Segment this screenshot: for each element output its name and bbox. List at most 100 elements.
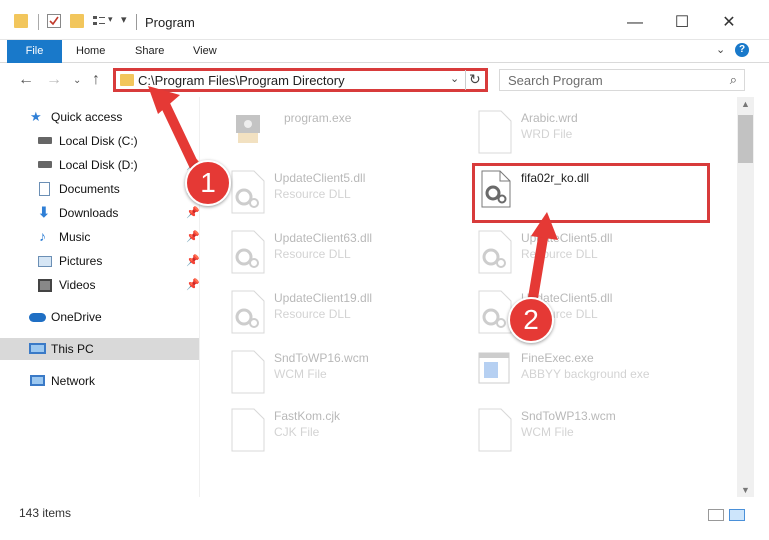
step-1-badge: 1	[185, 160, 231, 206]
file-name: UpdateClient5.dll	[274, 171, 366, 185]
file-type: CJK File	[274, 425, 320, 439]
highlight-box	[472, 163, 710, 223]
file-name: FastKom.cjk	[274, 409, 341, 423]
file-name: FineExec.exe	[521, 351, 594, 365]
sidebar-item-label: Downloads	[59, 206, 119, 220]
large-icons-view-icon[interactable]	[729, 509, 745, 521]
dll-file-icon	[475, 229, 515, 275]
file-item[interactable]: FineExec.exe ABBYY background exe	[475, 349, 715, 409]
file-name: SndToWP13.wcm	[521, 409, 616, 423]
address-dropdown-icon[interactable]: ⌄	[450, 72, 459, 85]
folder-icon	[14, 14, 28, 28]
sidebar-item-quick-access[interactable]: ★ Quick access	[0, 106, 199, 128]
sidebar-item-videos[interactable]: Videos 📌	[0, 274, 200, 296]
vertical-scrollbar[interactable]: ▲ ▼	[737, 97, 754, 497]
drive-icon	[38, 137, 52, 144]
file-name: program.exe	[284, 111, 352, 125]
maximize-button[interactable]: ☐	[667, 8, 697, 38]
search-icon[interactable]: ⌕	[730, 72, 737, 88]
file-type: WRD File	[521, 127, 573, 141]
drive-icon	[38, 161, 52, 168]
sidebar-item-network[interactable]: Network	[0, 370, 199, 392]
file-item[interactable]: SndToWP13.wcm WCM File	[475, 407, 715, 467]
details-view-icon[interactable]	[708, 509, 724, 521]
sidebar-item-local-disk-d[interactable]: Local Disk (D:) 📌	[0, 154, 200, 176]
sidebar-item-label: Local Disk (C:)	[59, 134, 138, 148]
sidebar-item-this-pc[interactable]: This PC	[0, 338, 199, 360]
sidebar-item-documents[interactable]: Documents 📌	[0, 178, 200, 200]
scroll-up-icon[interactable]: ▲	[741, 99, 750, 109]
file-name: UpdateClient63.dll	[274, 231, 373, 245]
chevron-down-icon[interactable]: ▾	[108, 14, 113, 32]
file-type: Resource DLL	[274, 187, 351, 201]
pin-icon[interactable]: 📌	[186, 254, 200, 267]
file-type: WCM File	[521, 425, 574, 439]
tab-home[interactable]: Home	[76, 40, 105, 63]
address-bar[interactable]: C:\Program Files\Program Directory ⌄ ↻	[113, 68, 488, 92]
dll-file-icon	[228, 229, 268, 275]
sidebar-item-label: Network	[51, 374, 96, 388]
address-path[interactable]: C:\Program Files\Program Directory	[138, 73, 345, 88]
tab-file[interactable]: File	[7, 40, 62, 63]
file-name: UpdateClient5.dll	[521, 231, 613, 245]
sidebar-item-onedrive[interactable]: OneDrive	[0, 306, 199, 328]
file-icon	[228, 407, 268, 453]
sidebar-item-label: Music	[59, 230, 91, 244]
expand-ribbon-icon[interactable]: ⌄	[716, 43, 725, 56]
navigation-bar: ← → ⌄ ↑ C:\Program Files\Program Directo…	[0, 63, 769, 97]
scroll-down-icon[interactable]: ▼	[741, 485, 750, 495]
properties-icon[interactable]	[47, 14, 61, 28]
sidebar-item-label: Local Disk (D:)	[59, 158, 138, 172]
star-icon: ★	[30, 109, 42, 124]
window-title: Program	[145, 15, 195, 30]
pin-icon[interactable]: 📌	[186, 206, 200, 219]
network-icon	[30, 375, 45, 386]
file-item[interactable]: UpdateClient19.dll Resource DLL	[228, 289, 468, 349]
sidebar-item-downloads[interactable]: ⬇ Downloads 📌	[0, 202, 200, 224]
customize-icon[interactable]	[92, 14, 106, 28]
computer-icon	[29, 343, 46, 354]
up-arrow-icon[interactable]: ↑	[92, 71, 100, 89]
separator	[465, 70, 466, 90]
pin-icon[interactable]: 📌	[186, 278, 200, 291]
help-icon[interactable]: ?	[735, 43, 749, 57]
new-folder-icon[interactable]	[70, 14, 84, 28]
file-icon	[475, 109, 515, 155]
step-2-badge: 2	[508, 297, 554, 343]
scrollbar-thumb[interactable]	[738, 115, 753, 163]
forward-arrow-icon[interactable]: →	[46, 71, 62, 89]
sidebar-item-music[interactable]: ♪ Music 📌	[0, 226, 200, 248]
search-input[interactable]: Search Program ⌕	[499, 69, 745, 91]
file-item[interactable]: Arabic.wrd WRD File	[475, 109, 715, 169]
file-item[interactable]: SndToWP16.wcm WCM File	[228, 349, 468, 409]
file-name: SndToWP16.wcm	[274, 351, 369, 365]
tab-view[interactable]: View	[193, 40, 217, 63]
back-arrow-icon[interactable]: ←	[18, 71, 34, 89]
file-item[interactable]: UpdateClient5.dll Resource DLL	[228, 169, 468, 229]
sidebar-item-local-disk-c[interactable]: Local Disk (C:)	[0, 130, 199, 152]
file-item[interactable]: FastKom.cjk CJK File	[228, 407, 468, 467]
pin-icon[interactable]: 📌	[186, 230, 200, 243]
title-separator	[136, 14, 137, 30]
tab-share[interactable]: Share	[135, 40, 164, 63]
file-item[interactable]: UpdateClient5.dll Resource DLL	[475, 229, 715, 289]
search-placeholder: Search Program	[508, 73, 603, 88]
file-list: program.exe UpdateClient5.dll Resource D…	[210, 97, 737, 497]
executable-icon	[228, 109, 268, 155]
sidebar-item-pictures[interactable]: Pictures 📌	[0, 250, 200, 272]
pictures-icon	[38, 256, 52, 267]
minimize-button[interactable]: —	[620, 8, 650, 38]
folder-icon	[120, 74, 134, 86]
window-bottom	[0, 525, 769, 540]
close-button[interactable]: ✕	[714, 8, 744, 38]
recent-locations-icon[interactable]: ⌄	[73, 75, 81, 86]
file-name: UpdateClient19.dll	[274, 291, 373, 305]
quick-access-menu-icon[interactable]: ▾	[121, 13, 127, 31]
file-type: Resource DLL	[521, 247, 598, 261]
refresh-icon[interactable]: ↻	[469, 71, 481, 88]
status-bar: 143 items	[0, 503, 769, 525]
file-item[interactable]: UpdateClient63.dll Resource DLL	[228, 229, 468, 289]
ribbon: File Home Share View ⌄ ?	[0, 40, 769, 63]
file-item[interactable]: program.exe	[228, 109, 468, 169]
download-icon: ⬇	[38, 204, 50, 220]
